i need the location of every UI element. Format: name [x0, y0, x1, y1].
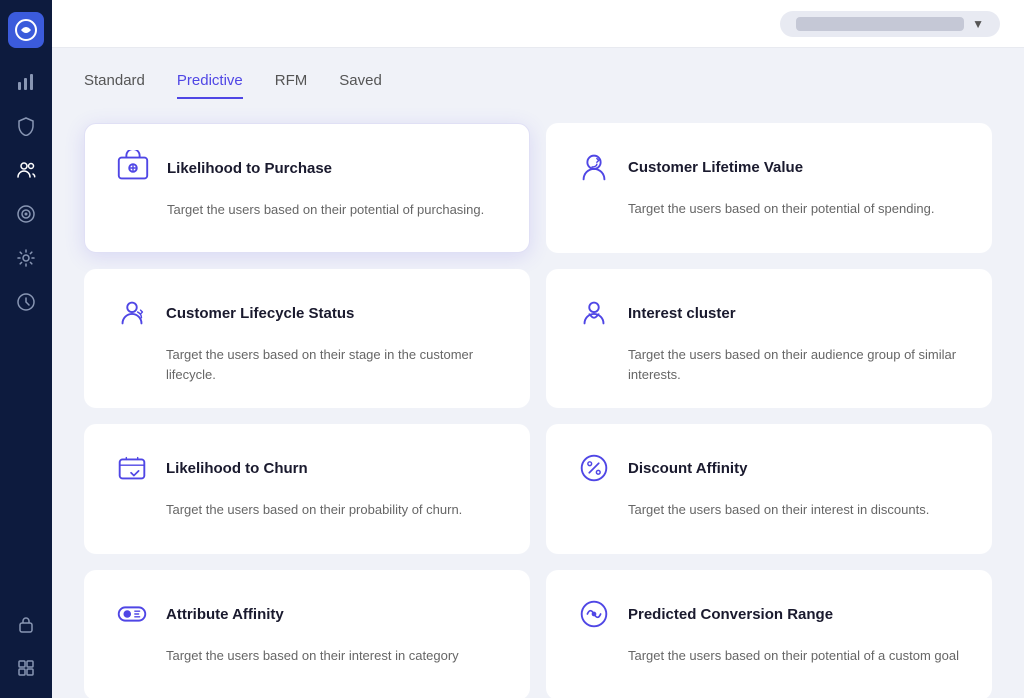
content-area: Standard Predictive RFM Saved — [52, 48, 1024, 698]
sidebar-item-settings[interactable] — [8, 240, 44, 276]
sidebar-item-clock[interactable] — [8, 284, 44, 320]
attribute-icon — [112, 594, 152, 634]
topbar: ▼ — [52, 0, 1024, 48]
card-attribute-affinity[interactable]: Attribute Affinity Target the users base… — [84, 570, 530, 698]
lifetime-icon — [574, 147, 614, 187]
card-title: Discount Affinity — [628, 460, 747, 477]
workspace-dropdown[interactable]: ▼ — [780, 11, 1000, 37]
sidebar-logo[interactable] — [8, 12, 44, 48]
card-title: Likelihood to Purchase — [167, 160, 332, 177]
main-content: ▼ Standard Predictive RFM Saved — [52, 0, 1024, 698]
card-description: Target the users based on their audience… — [628, 345, 964, 384]
card-title: Customer Lifetime Value — [628, 159, 803, 176]
card-customer-lifetime-value[interactable]: Customer Lifetime Value Target the users… — [546, 123, 992, 253]
card-title: Interest cluster — [628, 305, 736, 322]
card-description: Target the users based on their interest… — [166, 646, 502, 666]
card-title: Attribute Affinity — [166, 606, 284, 623]
card-predicted-conversion[interactable]: Predicted Conversion Range Target the us… — [546, 570, 992, 698]
sidebar-item-lock[interactable] — [8, 606, 44, 642]
tab-bar: Standard Predictive RFM Saved — [84, 72, 992, 99]
card-likelihood-purchase[interactable]: Likelihood to Purchase Target the users … — [84, 123, 530, 253]
card-description: Target the users based on their potentia… — [628, 646, 964, 666]
sidebar — [0, 0, 52, 698]
sidebar-item-users[interactable] — [8, 152, 44, 188]
card-description: Target the users based on their stage in… — [166, 345, 502, 384]
churn-icon — [112, 448, 152, 488]
card-description: Target the users based on their probabil… — [166, 500, 502, 520]
card-discount-affinity[interactable]: Discount Affinity Target the users based… — [546, 424, 992, 554]
cards-grid: Likelihood to Purchase Target the users … — [84, 123, 992, 698]
discount-icon — [574, 448, 614, 488]
card-description: Target the users based on their potentia… — [167, 200, 501, 220]
tab-rfm[interactable]: RFM — [275, 72, 308, 99]
lifecycle-icon — [112, 293, 152, 333]
sidebar-item-target[interactable] — [8, 196, 44, 232]
tab-saved[interactable]: Saved — [339, 72, 382, 99]
card-title: Predicted Conversion Range — [628, 606, 833, 623]
card-customer-lifecycle-status[interactable]: Customer Lifecycle Status Target the use… — [84, 269, 530, 408]
sidebar-item-grid[interactable] — [8, 650, 44, 686]
card-description: Target the users based on their potentia… — [628, 199, 964, 219]
chevron-down-icon: ▼ — [972, 17, 984, 31]
card-description: Target the users based on their interest… — [628, 500, 964, 520]
sidebar-item-chart[interactable] — [8, 64, 44, 100]
tab-standard[interactable]: Standard — [84, 72, 145, 99]
card-title: Likelihood to Churn — [166, 460, 308, 477]
card-likelihood-churn[interactable]: Likelihood to Churn Target the users bas… — [84, 424, 530, 554]
card-title: Customer Lifecycle Status — [166, 305, 354, 322]
purchase-icon — [113, 148, 153, 188]
sidebar-item-shield[interactable] — [8, 108, 44, 144]
interest-icon — [574, 293, 614, 333]
card-interest-cluster[interactable]: Interest cluster Target the users based … — [546, 269, 992, 408]
tab-predictive[interactable]: Predictive — [177, 72, 243, 99]
conversion-icon — [574, 594, 614, 634]
